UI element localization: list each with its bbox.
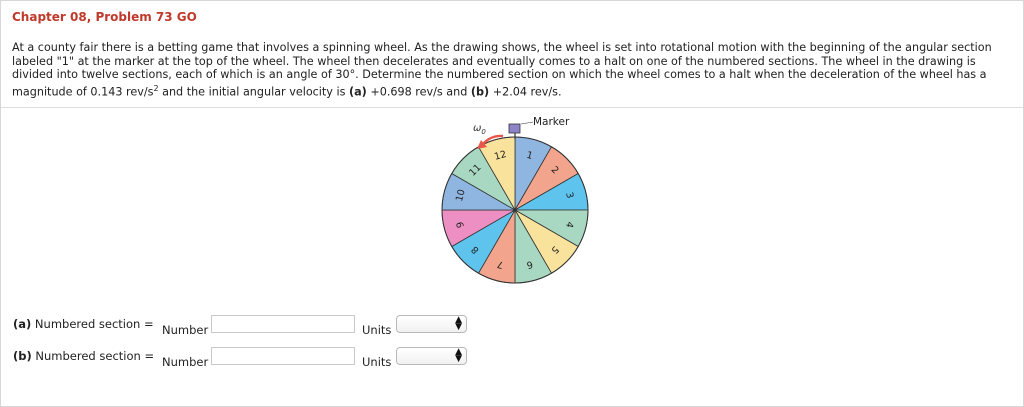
answer-b-number-label: Number [162,355,209,369]
answer-a-units-select[interactable]: ▲ ▼ [396,315,467,333]
wheel-sectors [441,136,589,284]
part-b-tag: (b) [470,85,490,99]
answer-a-number-label: Number [162,323,209,337]
answer-b-units-select[interactable]: ▲ ▼ [396,347,467,365]
part-a-tag: (a) [348,85,367,99]
answer-b-part: (b) [13,349,32,363]
problem-title: Chapter 08, Problem 73 GO [12,10,197,24]
problem-statement: At a county fair there is a betting game… [12,41,1012,99]
divider [1,107,1023,108]
answer-b-label: (b) Numbered section = [13,349,154,363]
marker-leader-line [520,121,534,125]
answer-a-label: (a) Numbered section = [13,317,154,331]
answer-b-number-input[interactable] [211,347,355,365]
omega-label: ω0 [473,123,486,136]
answer-a-units-label: Units [362,323,392,337]
answer-b-units-label: Units [362,355,392,369]
select-arrows-icon: ▲ ▼ [455,347,462,364]
part-b-value: +2.04 rev/s. [489,85,562,99]
answer-b-text: Numbered section = [31,349,155,363]
select-arrows-icon: ▲ ▼ [455,315,462,332]
answer-a-part: (a) [13,317,32,331]
omega-symbol: ω [473,123,481,134]
problem-panel: Chapter 08, Problem 73 GO At a county fa… [0,0,1024,407]
answer-a-number-input[interactable] [211,315,355,333]
wheel-figure: 123456789101112 Marker ω0 [441,116,589,284]
omega-subscript: 0 [481,128,486,136]
marker-label: Marker [533,116,570,128]
answer-a-text: Numbered section = [31,317,154,331]
marker-icon [508,123,521,134]
part-a-value: +0.698 rev/s and [366,85,471,99]
problem-text-2: and the initial angular velocity is [158,85,349,99]
